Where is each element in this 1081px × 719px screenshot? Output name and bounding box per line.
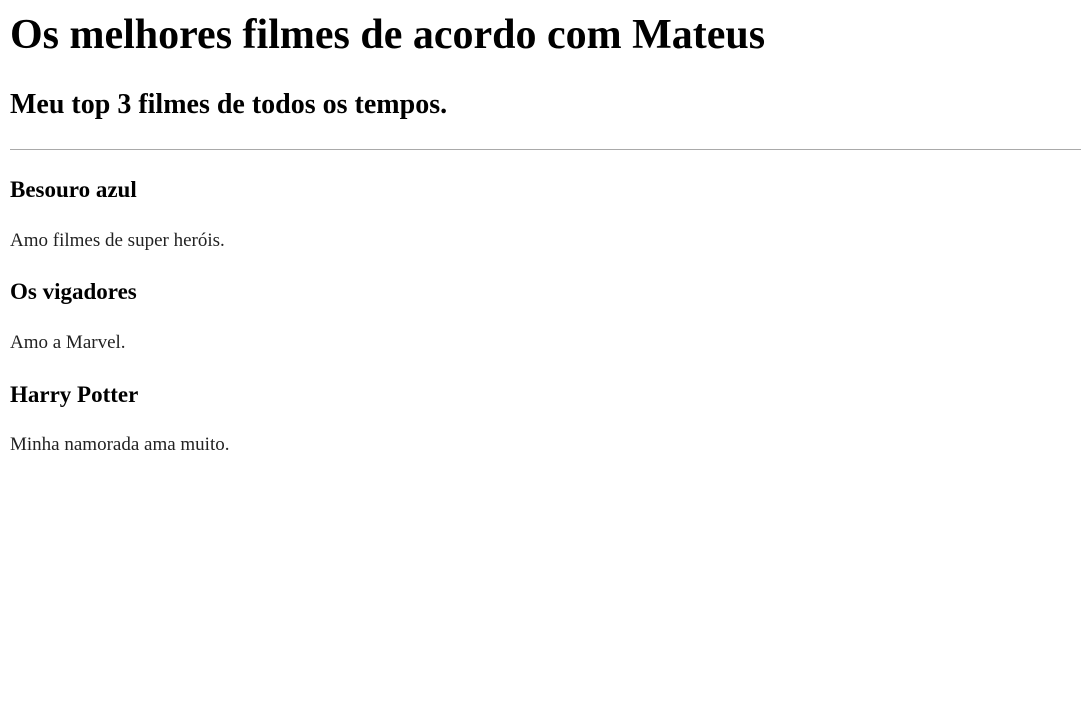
divider — [10, 149, 1081, 150]
movie-description: Amo a Marvel. — [10, 332, 126, 353]
movie-title: Harry Potter — [10, 382, 139, 407]
movie-title: Besouro azul — [10, 177, 137, 202]
page: Os melhores filmes de acordo com Mateus … — [0, 0, 1081, 719]
movie-title: Os vigadores — [10, 279, 137, 304]
page-title: Os melhores filmes de acordo com Mateus — [10, 12, 766, 58]
movie-description: Amo filmes de super heróis. — [10, 230, 225, 251]
page-subtitle: Meu top 3 filmes de todos os tempos. — [10, 89, 448, 120]
movie-description: Minha namorada ama muito. — [10, 434, 230, 455]
